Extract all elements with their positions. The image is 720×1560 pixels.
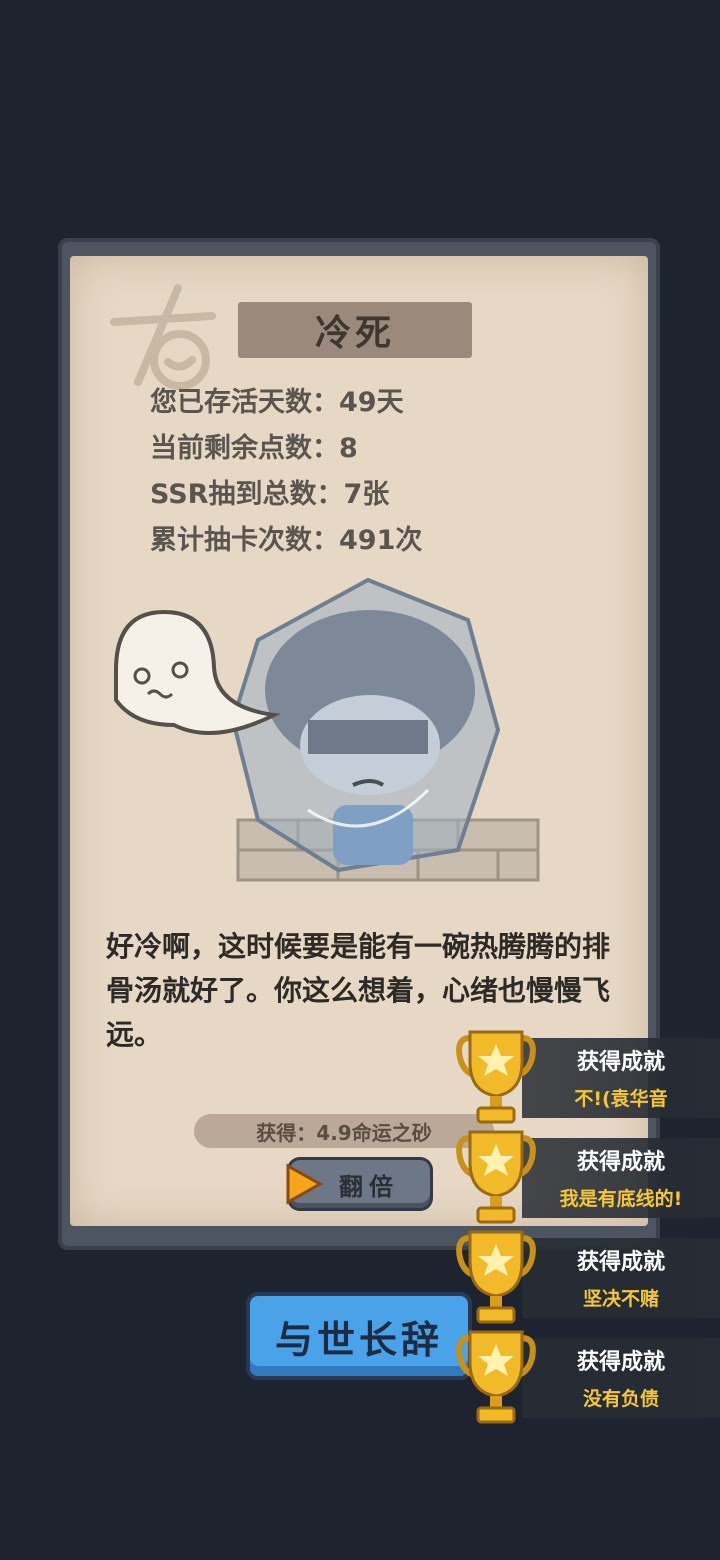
character-body [333,805,413,865]
stamp-icon [110,284,216,390]
reward-bar: 获得：4.9命运之砂 [194,1114,494,1148]
title-banner: 冷死 [238,302,472,358]
stat-points-remaining: 当前剩余点数：8 [150,433,358,464]
stat-days-survived: 您已存活天数：49天 [150,387,404,418]
achievement-panel: 获得成就 没有负债 [522,1338,720,1418]
frozen-character-illustration [114,577,540,882]
achievement-name: 没有负债 [582,1388,659,1410]
achievement-panel: 获得成就 坚决不赌 [522,1238,720,1318]
trophy-icon [456,1130,536,1224]
achievement-title: 获得成就 [576,1050,665,1075]
achievement-toast: 获得成就 不!(袁华音 [456,1024,720,1124]
achievement-title: 获得成就 [576,1350,665,1375]
stat-ssr-total: SSR抽到总数：7张 [150,479,390,510]
achievement-name: 不!(袁华音 [574,1088,668,1110]
stats-list: 您已存活天数：49天 当前剩余点数：8 SSR抽到总数：7张 累计抽卡次数：49… [150,380,422,564]
trophy-icon [456,1030,536,1124]
double-reward-button[interactable]: 翻倍 [286,1160,430,1208]
achievement-toast: 获得成就 没有负债 [456,1324,720,1424]
achievement-title: 获得成就 [576,1150,665,1175]
play-icon [286,1163,324,1205]
achievement-toast: 获得成就 我是有底线的! [456,1124,720,1224]
farewell-button-label: 与世长辞 [274,1317,443,1362]
achievement-name: 坚决不赌 [582,1288,659,1310]
achievement-panel: 获得成就 我是有底线的! [522,1138,720,1218]
achievement-toast: 获得成就 坚决不赌 [456,1224,720,1324]
farewell-button[interactable]: 与世长辞 [250,1296,468,1376]
page-title: 冷死 [314,313,395,354]
reward-text: 获得：4.9命运之砂 [256,1120,432,1145]
trophy-icon [456,1330,536,1424]
trophy-icon [456,1230,536,1324]
stat-draw-count: 累计抽卡次数：491次 [150,525,423,556]
achievement-panel: 获得成就 不!(袁华音 [522,1038,720,1118]
achievement-title: 获得成就 [576,1250,665,1275]
double-button-label: 翻倍 [339,1172,399,1201]
achievement-name: 我是有底线的! [559,1188,683,1210]
